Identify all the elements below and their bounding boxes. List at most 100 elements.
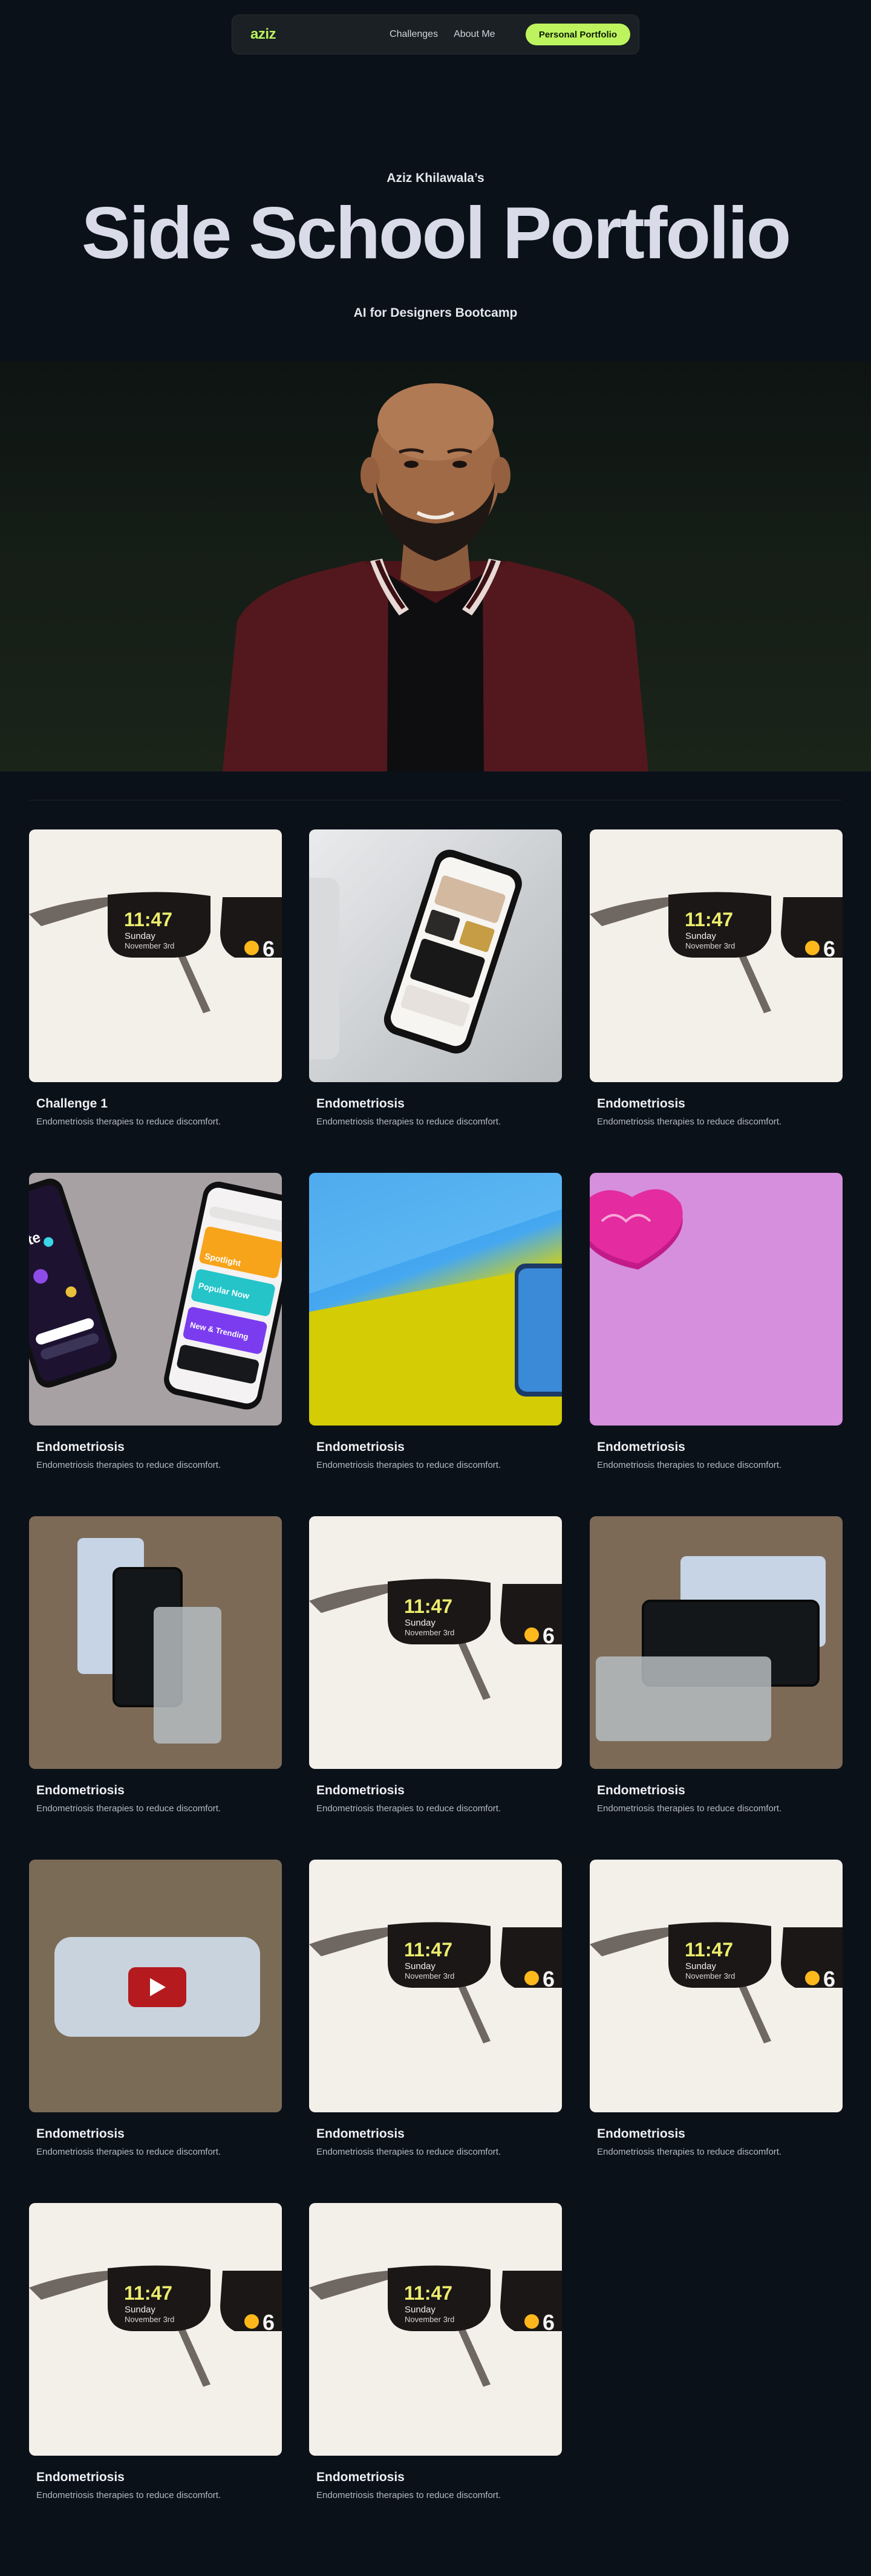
card-description: Endometriosis therapies to reduce discom… bbox=[36, 1460, 221, 1470]
project-card[interactable]: 11:47 Sunday November 3rd 6 Endometriosi… bbox=[309, 1860, 562, 2157]
project-card[interactable]: 11:47 Sunday November 3rd 6 Endometriosi… bbox=[309, 2203, 562, 2500]
card-description: Endometriosis therapies to reduce discom… bbox=[597, 1460, 782, 1470]
project-thumbnail[interactable]: 11:47 Sunday November 3rd 6 bbox=[309, 1516, 562, 1769]
card-title: Endometriosis bbox=[316, 1097, 405, 1111]
project-card[interactable]: 11:47 Sunday November 3rd 6 Endometriosi… bbox=[590, 1860, 843, 2157]
top-navigation: aziz Challenges About Me Personal Portfo… bbox=[232, 15, 639, 54]
project-thumbnail[interactable]: 11:47 Sunday November 3rd 6 bbox=[29, 2203, 282, 2456]
glasses-date: November 3rd bbox=[405, 1971, 454, 1981]
project-card[interactable]: Endometriosis Endometriosis therapies to… bbox=[590, 1516, 843, 1814]
project-thumbnail[interactable] bbox=[309, 1173, 562, 1426]
card-description: Endometriosis therapies to reduce discom… bbox=[316, 1803, 501, 1814]
card-title: Endometriosis bbox=[36, 1783, 125, 1797]
device-mockup-cards-image bbox=[77, 1538, 221, 1744]
glasses-date: November 3rd bbox=[685, 941, 735, 950]
sun-icon bbox=[524, 1971, 539, 1985]
glasses-time: 11:47 bbox=[685, 909, 733, 930]
card-title: Endometriosis bbox=[316, 2470, 405, 2484]
sun-icon bbox=[524, 2314, 539, 2329]
glasses-date: November 3rd bbox=[405, 2315, 454, 2324]
project-card[interactable]: Endometriosis Endometriosis therapies to… bbox=[29, 1516, 282, 1814]
nav-links: Challenges About Me bbox=[390, 29, 495, 40]
card-description: Endometriosis therapies to reduce discom… bbox=[36, 2147, 221, 2157]
page-title: Side School Portfolio bbox=[81, 192, 792, 274]
glasses-time: 11:47 bbox=[404, 1939, 452, 1961]
project-card[interactable]: 11:47 Sunday November 3rd 6 Endometriosi… bbox=[590, 829, 843, 1127]
card-title: Endometriosis bbox=[316, 1440, 405, 1454]
smart-glasses-image: 11:47 Sunday November 3rd 6 bbox=[590, 1922, 843, 2043]
project-card[interactable]: Endometriosis Endometriosis therapies to… bbox=[29, 1860, 282, 2157]
nav-link-challenges[interactable]: Challenges bbox=[390, 29, 438, 40]
project-card[interactable]: Endometriosis Endometriosis therapies to… bbox=[309, 1173, 562, 1470]
card-title: Endometriosis bbox=[36, 2127, 125, 2141]
smart-glasses-image: 11:47 Sunday November 3rd 6 bbox=[309, 2265, 562, 2387]
youtube-card-image bbox=[54, 1937, 260, 2037]
glasses-temp: 6 bbox=[543, 1967, 555, 1991]
project-thumbnail[interactable]: byte Spotlight Popular Now New & Trendin… bbox=[29, 1173, 282, 1426]
glasses-temp: 6 bbox=[263, 936, 275, 961]
card-description: Endometriosis therapies to reduce discom… bbox=[36, 1117, 221, 1127]
project-thumbnail[interactable]: 11:47 Sunday November 3rd 6 bbox=[309, 2203, 562, 2456]
smart-glasses-image: 11:47 Sunday November 3rd 6 bbox=[29, 892, 282, 1013]
sun-icon bbox=[524, 1627, 539, 1642]
project-card[interactable]: 11:47 Sunday November 3rd 6 Challenge 1 … bbox=[29, 829, 282, 1127]
project-card[interactable]: 11:47 Sunday November 3rd 6 Endometriosi… bbox=[29, 2203, 282, 2500]
smart-glasses-image: 11:47 Sunday November 3rd 6 bbox=[309, 1578, 562, 1700]
glasses-day: Sunday bbox=[125, 2305, 155, 2315]
glasses-time: 11:47 bbox=[124, 2282, 172, 2304]
glasses-temp: 6 bbox=[543, 2310, 555, 2335]
smart-glasses-image: 11:47 Sunday November 3rd 6 bbox=[590, 892, 843, 1013]
glasses-day: Sunday bbox=[405, 1618, 436, 1628]
project-thumbnail[interactable]: 11:47 Sunday November 3rd 6 bbox=[29, 829, 282, 1082]
card-description: Endometriosis therapies to reduce discom… bbox=[36, 2490, 221, 2500]
nav-link-about-me[interactable]: About Me bbox=[454, 29, 495, 40]
card-title: Endometriosis bbox=[316, 2127, 405, 2141]
project-card[interactable]: byte Spotlight Popular Now New & Trendin… bbox=[29, 1173, 282, 1470]
project-thumbnail[interactable] bbox=[309, 829, 562, 1082]
card-description: Endometriosis therapies to reduce discom… bbox=[316, 1117, 501, 1127]
glasses-time: 11:47 bbox=[124, 909, 172, 930]
glasses-day: Sunday bbox=[405, 2305, 436, 2315]
logo[interactable]: aziz bbox=[250, 26, 276, 43]
project-thumbnail[interactable]: 11:47 Sunday November 3rd 6 bbox=[590, 829, 843, 1082]
card-description: Endometriosis therapies to reduce discom… bbox=[597, 1803, 782, 1814]
glasses-day: Sunday bbox=[685, 931, 716, 941]
project-thumbnail[interactable] bbox=[29, 1516, 282, 1769]
phone-on-desk-image bbox=[309, 849, 522, 1059]
project-thumbnail[interactable] bbox=[590, 1173, 843, 1426]
sun-icon bbox=[244, 941, 259, 955]
glasses-date: November 3rd bbox=[405, 1628, 454, 1637]
card-title: Challenge 1 bbox=[36, 1097, 108, 1111]
smart-glasses-image: 11:47 Sunday November 3rd 6 bbox=[309, 1922, 562, 2043]
project-card[interactable]: Endometriosis Endometriosis therapies to… bbox=[590, 1173, 843, 1470]
smart-glasses-image: 11:47 Sunday November 3rd 6 bbox=[29, 2265, 282, 2387]
project-card[interactable]: Endometriosis Endometriosis therapies to… bbox=[309, 829, 562, 1127]
glasses-temp: 6 bbox=[263, 2310, 275, 2335]
card-description: Endometriosis therapies to reduce discom… bbox=[316, 2147, 501, 2157]
glasses-temp: 6 bbox=[823, 1967, 835, 1991]
project-thumbnail[interactable] bbox=[29, 1860, 282, 2112]
glasses-date: November 3rd bbox=[685, 1971, 735, 1981]
hero-subtitle: AI for Designers Bootcamp bbox=[353, 306, 518, 320]
personal-portfolio-button[interactable]: Personal Portfolio bbox=[525, 24, 630, 45]
sun-icon bbox=[805, 1971, 820, 1985]
device-mockup-cards-image bbox=[596, 1556, 826, 1741]
project-thumbnail[interactable]: 11:47 Sunday November 3rd 6 bbox=[590, 1860, 843, 2112]
card-title: Endometriosis bbox=[597, 1097, 685, 1111]
hero-portrait bbox=[0, 362, 871, 771]
glasses-day: Sunday bbox=[125, 931, 155, 941]
sun-icon bbox=[805, 941, 820, 955]
glasses-day: Sunday bbox=[405, 1961, 436, 1971]
glasses-time: 11:47 bbox=[404, 1595, 452, 1617]
card-title: Endometriosis bbox=[36, 2470, 125, 2484]
project-thumbnail[interactable]: 11:47 Sunday November 3rd 6 bbox=[309, 1860, 562, 2112]
glasses-date: November 3rd bbox=[125, 2315, 174, 2324]
card-description: Endometriosis therapies to reduce discom… bbox=[597, 2147, 782, 2157]
project-card[interactable]: 11:47 Sunday November 3rd 6 Endometriosi… bbox=[309, 1516, 562, 1814]
card-title: Endometriosis bbox=[597, 1783, 685, 1797]
card-title: Endometriosis bbox=[597, 1440, 685, 1454]
phone-blue-yellow-image bbox=[309, 1173, 562, 1426]
project-thumbnail[interactable] bbox=[590, 1516, 843, 1769]
glasses-temp: 6 bbox=[543, 1623, 555, 1648]
glasses-temp: 6 bbox=[823, 936, 835, 961]
